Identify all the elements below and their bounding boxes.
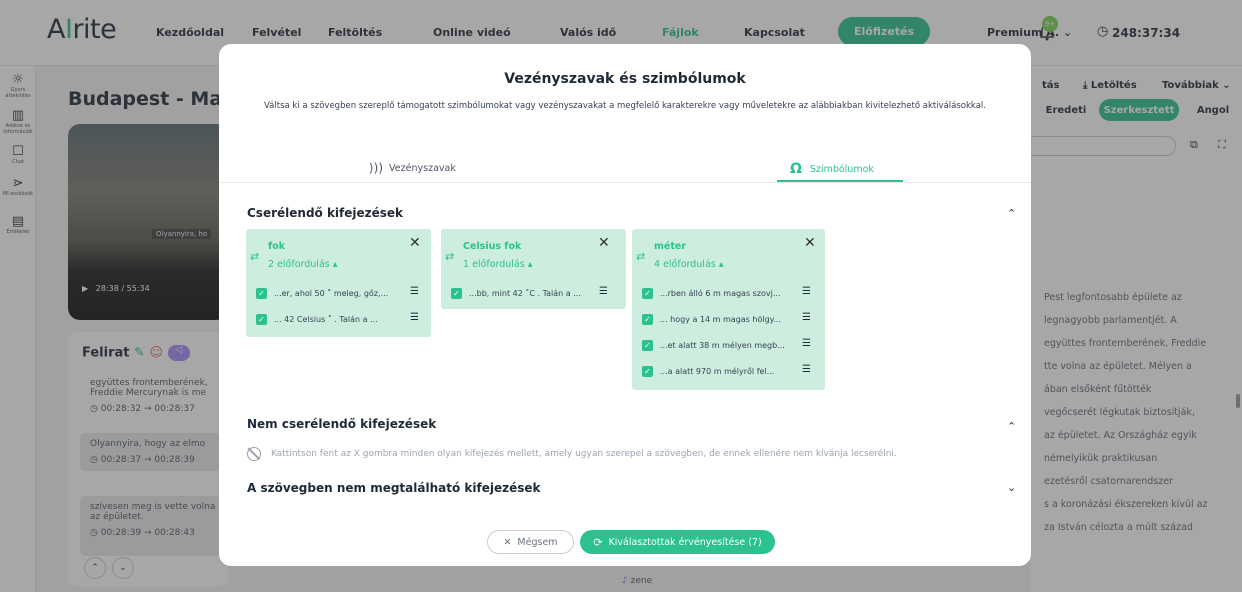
list-icon[interactable]: ☰: [802, 286, 811, 297]
card-term: fok: [268, 241, 285, 252]
list-icon[interactable]: ☰: [802, 312, 811, 323]
occurrence-row[interactable]: ✓ ...bb, mint 42 ˚C . Talán a ...: [451, 286, 581, 300]
tab-symbols[interactable]: Ω Szimbólumok: [790, 161, 874, 177]
modal-description: Váltsa ki a szövegben szereplő támogatot…: [264, 101, 986, 111]
list-icon[interactable]: ☰: [599, 286, 608, 297]
tab-commands[interactable]: ⟩)) Vezényszavak: [369, 161, 456, 175]
card-term: Celsius fok: [463, 241, 522, 252]
checkbox[interactable]: ✓: [642, 365, 653, 377]
omega-icon: Ω: [790, 161, 802, 177]
checkbox[interactable]: ✓: [642, 313, 653, 325]
symbol-card-meter: ⇄ méter 4 előfordulás ▴ ✕ ✓ ...rben álló …: [632, 229, 825, 390]
replace-circle-icon: ⟳: [593, 535, 603, 549]
section-replace-title: Cserélendő kifejezések: [247, 206, 404, 220]
close-icon: ✕: [503, 536, 512, 548]
checkbox[interactable]: ✓: [451, 287, 462, 299]
close-icon[interactable]: ✕: [598, 235, 610, 251]
list-icon[interactable]: ☰: [802, 364, 811, 375]
occurrence-row[interactable]: ✓ ...a alatt 970 m mélyről fel...: [642, 364, 774, 378]
occurrence-toggle[interactable]: 1 előfordulás ▴: [463, 259, 533, 270]
section-notfound-title: A szövegben nem megtalálható kifejezések: [247, 481, 541, 495]
symbols-modal: Vezényszavak és szimbólumok Váltsa ki a …: [219, 44, 1031, 566]
list-icon[interactable]: ☰: [802, 338, 811, 349]
occurrence-row[interactable]: ✓ ...er, ahol 50 ˚ meleg, gőz,...: [256, 286, 388, 300]
replace-icon: ⇄: [445, 250, 455, 263]
list-icon[interactable]: ☰: [410, 286, 419, 297]
close-icon[interactable]: ✕: [804, 235, 816, 251]
keep-hint: Kattintson fent az X gombra minden olyan…: [247, 447, 897, 461]
checkbox[interactable]: ✓: [642, 339, 653, 351]
no-icon: [247, 447, 261, 461]
occurrence-row[interactable]: ✓... 42 Celsius ˚ . Talán a ...: [256, 312, 378, 326]
symbol-card-fok: ⇄ fok 2 előfordulás ▴ ✕ ✓ ...er, ahol 50 …: [246, 229, 431, 337]
cancel-button[interactable]: ✕ Mégsem: [487, 530, 574, 554]
checkbox[interactable]: ✓: [256, 287, 267, 299]
section-keep-title: Nem cserélendő kifejezések: [247, 417, 437, 431]
checkbox[interactable]: ✓: [642, 287, 653, 299]
occurrence-toggle[interactable]: 4 előfordulás ▴: [654, 259, 724, 270]
tab-divider: [219, 182, 1031, 183]
occurrence-toggle[interactable]: 2 előfordulás ▴: [268, 259, 338, 270]
chevron-up-icon[interactable]: ⌃: [1007, 207, 1016, 220]
chevron-down-icon[interactable]: ⌄: [1007, 481, 1016, 494]
card-term: méter: [654, 241, 687, 252]
close-icon[interactable]: ✕: [409, 235, 421, 251]
occurrence-row[interactable]: ✓ ...rben álló 6 m magas szovj...: [642, 286, 781, 300]
list-icon[interactable]: ☰: [410, 312, 419, 323]
apply-selected-button[interactable]: ⟳ Kiválasztottak érvényesítése (7): [580, 530, 775, 554]
replace-icon: ⇄: [636, 250, 646, 263]
occurrence-row[interactable]: ✓... hogy a 14 m magas hölgy...: [642, 312, 781, 326]
checkbox[interactable]: ✓: [256, 313, 267, 325]
occurrence-row[interactable]: ✓ ...et alatt 38 m mélyen megb...: [642, 338, 785, 352]
symbol-card-celsius-fok: ⇄ Celsius fok 1 előfordulás ▴ ✕ ✓ ...bb, …: [441, 229, 626, 309]
modal-title: Vezényszavak és szimbólumok: [504, 71, 746, 87]
chevron-up-icon[interactable]: ⌃: [1007, 420, 1016, 433]
voice-command-icon: ⟩)): [369, 161, 384, 175]
replace-icon: ⇄: [250, 250, 260, 263]
